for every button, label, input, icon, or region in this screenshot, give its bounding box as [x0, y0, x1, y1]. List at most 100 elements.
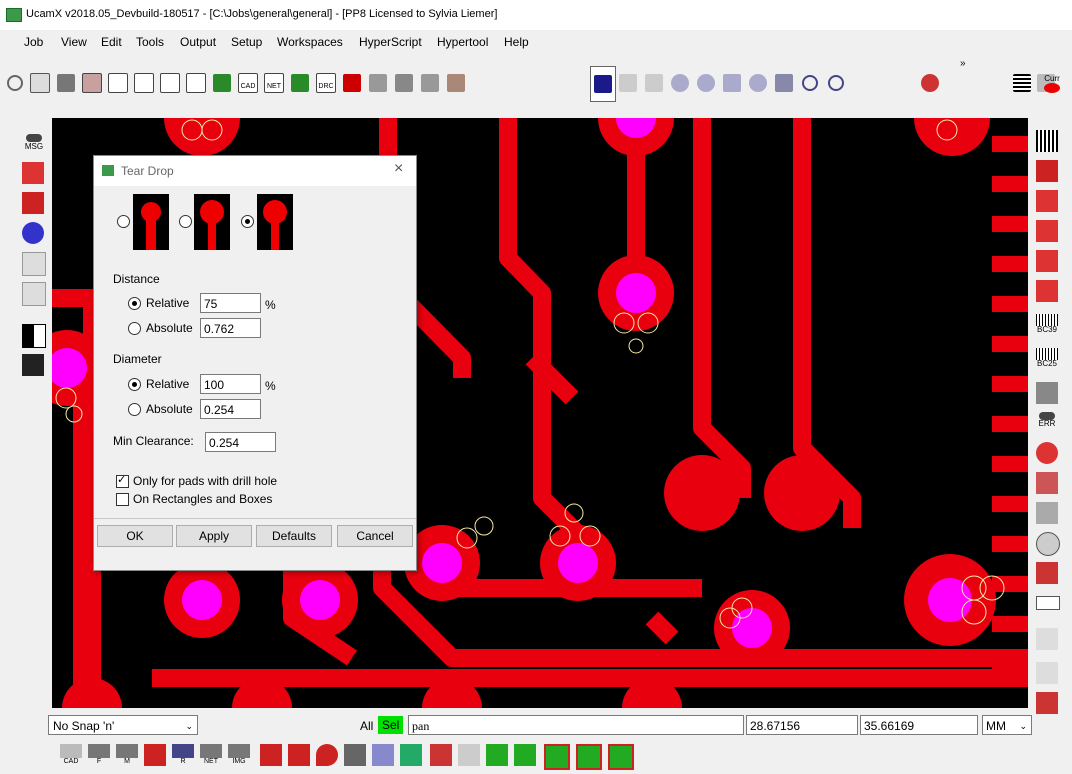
power-icon[interactable]	[3, 66, 27, 100]
cad-import-icon[interactable]: CAD	[236, 66, 260, 100]
cut-icon[interactable]	[392, 66, 416, 100]
r-icon[interactable]	[144, 744, 166, 766]
drill-icon[interactable]	[430, 744, 452, 766]
menu-view[interactable]: View	[61, 35, 87, 49]
all-label[interactable]: All	[360, 719, 373, 733]
diameter-relative-radio[interactable]	[128, 378, 141, 391]
person-outline-icon[interactable]	[616, 66, 640, 100]
rect-boxes-checkbox[interactable]	[116, 493, 129, 506]
ok-button[interactable]: OK	[97, 525, 173, 547]
err-icon[interactable]: ERR	[1036, 412, 1058, 434]
arrow-icon[interactable]	[1036, 662, 1058, 684]
new-icon[interactable]	[106, 66, 130, 100]
chip-4-icon[interactable]	[1036, 280, 1058, 302]
menu-help[interactable]: Help	[504, 35, 529, 49]
pattern-icon[interactable]	[288, 66, 312, 100]
shape-option-1-radio[interactable]	[117, 215, 130, 228]
cancel-button[interactable]: Cancel	[337, 525, 413, 547]
zoom-plus-icon[interactable]	[694, 66, 718, 100]
undo-icon[interactable]	[798, 66, 822, 100]
house-icon[interactable]	[340, 66, 364, 100]
distance-relative-radio[interactable]	[128, 297, 141, 310]
qr-icon[interactable]	[1036, 382, 1058, 404]
units-select[interactable]: MM ⌄	[982, 715, 1032, 735]
green-board-5-icon[interactable]	[608, 744, 634, 770]
drop-icon[interactable]	[316, 744, 338, 766]
snap-select[interactable]: No Snap 'n' ⌄	[48, 715, 198, 735]
barcode-bc25-icon[interactable]: BC25	[1036, 348, 1058, 370]
distance-absolute-radio[interactable]	[128, 322, 141, 335]
half-square-icon[interactable]	[22, 324, 46, 348]
menu-output[interactable]: Output	[180, 35, 216, 49]
mask-icon[interactable]	[22, 354, 44, 376]
tool-1-icon[interactable]	[22, 162, 44, 184]
cad-icon[interactable]: CAD	[60, 744, 82, 766]
print-icon[interactable]	[132, 66, 156, 100]
save-icon[interactable]	[54, 66, 78, 100]
circle-icon[interactable]	[1036, 532, 1060, 556]
open-job-icon[interactable]	[28, 66, 52, 100]
menu-workspaces[interactable]: Workspaces	[277, 35, 343, 49]
measure-icon[interactable]	[1036, 628, 1058, 650]
distance-absolute-field[interactable]: 0.762	[200, 318, 261, 338]
shape-option-2-radio[interactable]	[179, 215, 192, 228]
green-board-3-icon[interactable]	[544, 744, 570, 770]
tool-2-icon[interactable]	[22, 192, 44, 214]
zoom-in-icon[interactable]	[668, 66, 692, 100]
chip-1-icon[interactable]	[1036, 190, 1058, 212]
pointer-icon[interactable]	[22, 252, 46, 276]
camera-icon[interactable]	[344, 744, 366, 766]
person-selected-icon[interactable]	[590, 66, 616, 102]
pads-icon[interactable]	[260, 744, 282, 766]
zoom-out-icon[interactable]	[746, 66, 770, 100]
stack-icon[interactable]	[1036, 472, 1058, 494]
chip-2-icon[interactable]	[1036, 220, 1058, 242]
person-small-icon[interactable]	[642, 66, 666, 100]
diameter-absolute-field[interactable]: 0.254	[200, 399, 261, 419]
m-icon[interactable]: M	[116, 744, 138, 766]
menu-edit[interactable]: Edit	[101, 35, 122, 49]
teardrop-shape-2-icon[interactable]	[194, 194, 230, 250]
hand-icon[interactable]	[372, 744, 394, 766]
sel-label[interactable]: Sel	[378, 716, 404, 734]
tool-5-icon[interactable]	[22, 282, 46, 306]
drill-icon[interactable]	[1036, 502, 1058, 524]
diameter-absolute-radio[interactable]	[128, 403, 141, 416]
f-icon[interactable]: F	[88, 744, 110, 766]
stamp-icon[interactable]	[366, 66, 390, 100]
distance-relative-field[interactable]: 75	[200, 293, 261, 313]
toolbar-overflow[interactable]: »	[960, 58, 966, 69]
align-icon[interactable]	[1036, 160, 1058, 182]
grid-icon[interactable]	[80, 66, 104, 100]
diameter-relative-field[interactable]: 100	[200, 374, 261, 394]
teardrop-shape-1-icon[interactable]	[133, 194, 169, 250]
barcode-bc39-icon[interactable]: BC39	[1036, 314, 1058, 336]
pin-icon[interactable]	[1036, 562, 1058, 584]
dots-icon[interactable]	[1036, 442, 1058, 464]
pin-2-icon[interactable]	[1036, 692, 1058, 714]
menu-hyperscript[interactable]: HyperScript	[359, 35, 422, 49]
net-import-icon[interactable]: NET	[262, 66, 286, 100]
redo-icon[interactable]	[824, 66, 848, 100]
close-icon[interactable]: ×	[394, 160, 403, 178]
green-board-1-icon[interactable]	[486, 744, 508, 766]
menu-setup[interactable]: Setup	[231, 35, 262, 49]
eye-icon[interactable]	[918, 66, 942, 100]
defaults-button[interactable]: Defaults	[256, 525, 332, 547]
min-clearance-field[interactable]: 0.254	[205, 432, 276, 452]
green-board-2-icon[interactable]	[514, 744, 536, 766]
chip-3-icon[interactable]	[1036, 250, 1058, 272]
menu-hypertool[interactable]: Hypertool	[437, 35, 488, 49]
pattern-grid-icon[interactable]	[1036, 130, 1058, 152]
drc-icon[interactable]: DRC	[314, 66, 338, 100]
img-icon[interactable]: IMG	[228, 744, 250, 766]
msg-icon[interactable]: MSG	[22, 134, 46, 156]
teardrop-shape-3-icon[interactable]	[257, 194, 293, 250]
menu-tools[interactable]: Tools	[136, 35, 164, 49]
board-icon[interactable]	[400, 744, 422, 766]
list-icon[interactable]	[1010, 66, 1034, 100]
layer-icon[interactable]	[184, 66, 208, 100]
paste-icon[interactable]	[418, 66, 442, 100]
refresh-icon[interactable]	[772, 66, 796, 100]
only-drill-checkbox[interactable]	[116, 473, 129, 488]
